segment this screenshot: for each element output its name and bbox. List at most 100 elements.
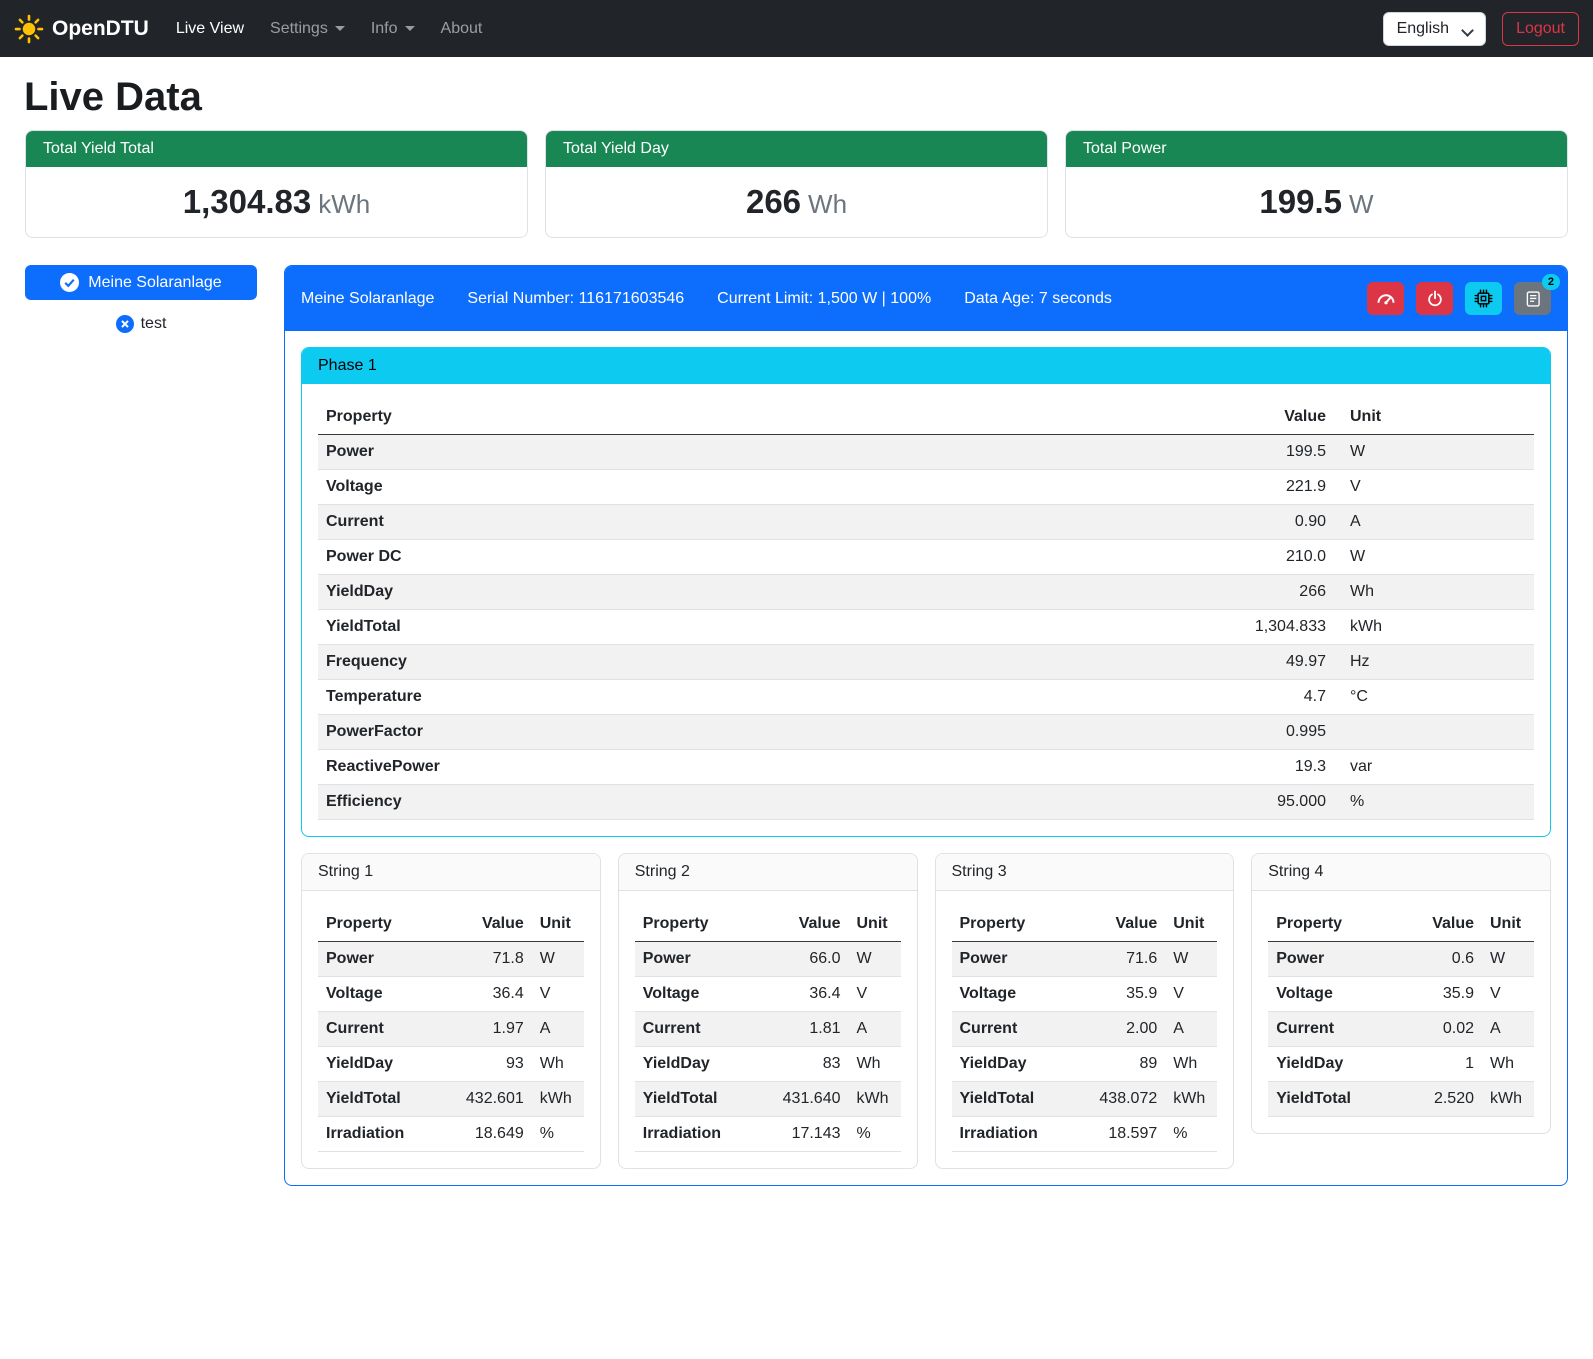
row-property: Voltage [1268,977,1410,1012]
table-row: Voltage35.9V [952,977,1218,1012]
row-unit [1334,715,1534,750]
row-property: YieldTotal [1268,1082,1410,1117]
logout-button[interactable]: Logout [1502,12,1579,46]
page-title: Live Data [24,75,1569,120]
row-property: Frequency [318,645,1184,680]
table-row: Voltage221.9V [318,470,1534,505]
card-total-yield-total: Total Yield Total 1,304.83kWh [25,130,528,238]
phase-title: Phase 1 [302,348,1550,384]
row-unit: % [1165,1117,1217,1152]
column-value: Value [775,907,849,942]
card-title: Total Yield Total [26,131,527,167]
device-info-button[interactable] [1465,282,1502,315]
table-row: YieldTotal432.601kWh [318,1082,584,1117]
row-unit: A [1165,1012,1217,1047]
brand-link[interactable]: OpenDTU [14,14,149,44]
row-property: YieldTotal [318,610,1184,645]
nav-info-dropdown[interactable]: Info [358,12,428,46]
sun-logo-icon [14,14,44,44]
table-row: Power DC210.0W [318,540,1534,575]
gauge-icon [1376,289,1396,309]
table-row: ReactivePower19.3var [318,750,1534,785]
row-property: YieldDay [318,1047,458,1082]
row-value: 1,304.833 [1184,610,1334,645]
table-row: Efficiency95.000% [318,785,1534,820]
row-unit: W [1482,942,1534,977]
table-row: Power199.5W [318,435,1534,470]
table-header-row: Property Value Unit [318,907,584,942]
row-value: 66.0 [775,942,849,977]
row-value: 432.601 [458,1082,532,1117]
row-value: 49.97 [1184,645,1334,680]
string-card-3: String 3 Property Value Unit Power71.6WV… [935,853,1235,1169]
navbar: OpenDTU Live View Settings Info About En… [0,0,1593,57]
table-row: YieldTotal438.072kWh [952,1082,1218,1117]
table-row: Irradiation18.649% [318,1117,584,1152]
row-unit: var [1334,750,1534,785]
card-total-power: Total Power 199.5W [1065,130,1568,238]
inverter-select-label: Meine Solaranlage [88,274,221,292]
table-header-row: Property Value Unit [318,400,1534,435]
table-row: Power0.6W [1268,942,1534,977]
table-row: Current0.02A [1268,1012,1534,1047]
row-value: 18.597 [1091,1117,1165,1152]
row-unit: % [1334,785,1534,820]
row-property: YieldDay [952,1047,1092,1082]
row-value: 431.640 [775,1082,849,1117]
column-property: Property [635,907,775,942]
column-unit: Unit [849,907,901,942]
row-property: Efficiency [318,785,1184,820]
row-value: 89 [1091,1047,1165,1082]
row-property: Current [318,505,1184,540]
nav-live-view[interactable]: Live View [163,12,257,46]
row-property: Power [635,942,775,977]
row-unit: W [532,942,584,977]
navbar-right: English Logout [1383,12,1579,46]
inverter-actions: 2 [1367,282,1551,315]
row-unit: W [1334,540,1534,575]
row-value: 1.81 [775,1012,849,1047]
table-row: Current1.81A [635,1012,901,1047]
card-title: Total Power [1066,131,1567,167]
nav-settings-label: Settings [270,20,328,38]
column-unit: Unit [1334,400,1534,435]
row-property: Current [635,1012,775,1047]
row-property: PowerFactor [318,715,1184,750]
nav-info-label: Info [371,20,398,38]
card-value: 1,304.83 [183,183,311,220]
table-row: Power71.6W [952,942,1218,977]
table-row: Current0.90A [318,505,1534,540]
language-select[interactable]: English [1383,12,1486,46]
card-title: Total Yield Day [546,131,1047,167]
card-unit: kWh [318,189,370,219]
row-value: 36.4 [458,977,532,1012]
row-unit: A [849,1012,901,1047]
string-card-4: String 4 Property Value Unit Power0.6WVo… [1251,853,1551,1134]
string-body: Property Value Unit Power71.8WVoltage36.… [302,891,600,1168]
row-value: 71.8 [458,942,532,977]
row-value: 2.00 [1091,1012,1165,1047]
power-button[interactable] [1416,282,1453,315]
inverter-data-age: Data Age: 7 seconds [964,290,1112,308]
nav-settings-dropdown[interactable]: Settings [257,12,358,46]
table-row: YieldDay83Wh [635,1047,901,1082]
card-value: 266 [746,183,801,220]
string-title: String 1 [302,854,600,891]
nav-about[interactable]: About [428,12,496,46]
table-row: YieldDay89Wh [952,1047,1218,1082]
row-property: YieldTotal [952,1082,1092,1117]
inverter-select-button-test[interactable]: test [25,315,257,333]
row-value: 93 [458,1047,532,1082]
card-value: 199.5 [1259,183,1342,220]
row-property: Voltage [318,977,458,1012]
column-value: Value [458,907,532,942]
column-property: Property [1268,907,1410,942]
table-row: Voltage35.9V [1268,977,1534,1012]
column-unit: Unit [1482,907,1534,942]
string-title: String 3 [936,854,1234,891]
string-body: Property Value Unit Power71.6WVoltage35.… [936,891,1234,1168]
limit-settings-button[interactable] [1367,282,1404,315]
inverter-select-button-active[interactable]: Meine Solaranlage [25,265,257,300]
inverter-limit: Current Limit: 1,500 W | 100% [717,290,931,308]
event-log-button[interactable]: 2 [1514,282,1551,315]
